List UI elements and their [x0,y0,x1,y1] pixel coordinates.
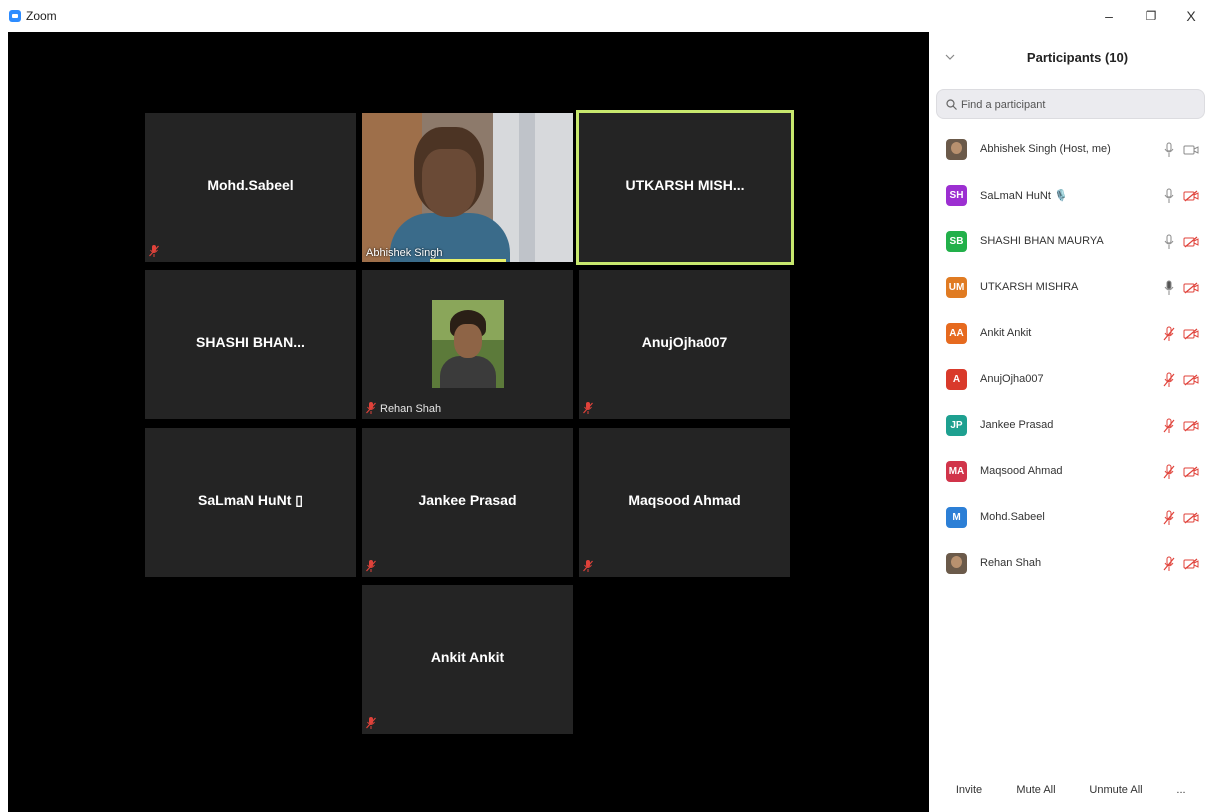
avatar: SH [946,185,967,206]
invite-button[interactable]: Invite [950,778,988,802]
mic-muted-icon[interactable] [1163,418,1175,434]
tile-name: AnujOjha007 [641,334,728,350]
gallery-view: Mohd.Sabeel Abhishek Singh UTKARSH MISH.… [8,32,929,812]
tile-name: Jankee Prasad [418,492,517,508]
tile-name: Ankit Ankit [430,649,505,665]
participant-row[interactable]: Rehan Shah [929,542,1206,588]
mic-muted-icon[interactable] [1163,556,1175,572]
video-tile-rehan-shah[interactable]: Rehan Shah [362,270,573,419]
avatar: M [946,507,967,528]
video-off-icon[interactable] [1183,374,1199,386]
video-off-icon[interactable] [1183,282,1199,294]
participant-name: UTKARSH MISHRA [980,281,1079,293]
mic-muted-icon [366,402,376,414]
participant-row[interactable]: UM UTKARSH MISHRA [929,266,1206,312]
participant-row[interactable]: M Mohd.Sabeel [929,496,1206,542]
participant-row[interactable]: Abhishek Singh (Host, me) [929,128,1206,174]
participant-name: Maqsood Ahmad [980,465,1063,477]
camera-background [519,113,535,262]
participant-name: Rehan Shah [980,557,1042,569]
video-off-icon[interactable] [1183,466,1199,478]
video-tile-jankee-prasad[interactable]: Jankee Prasad [362,428,573,577]
participant-row[interactable]: A AnujOjha007 [929,358,1206,404]
unmute-all-button[interactable]: Unmute All [1083,778,1149,802]
participant-row[interactable]: SB SHASHI BHAN MAURYA [929,220,1206,266]
video-off-icon[interactable] [1183,558,1199,570]
video-tile-anujojha007[interactable]: AnujOjha007 [579,270,790,419]
search-icon [946,99,957,110]
close-button[interactable]: X [1180,6,1202,26]
tile-name: SHASHI BHAN... [196,334,305,350]
avatar [946,553,967,574]
participant-row[interactable]: SH SaLmaN HuNt 🎙️ [929,174,1206,220]
mic-muted-icon [583,560,593,572]
participant-search[interactable] [936,89,1205,119]
participants-panel: Participants (10) Abhishek Singh (Host, … [929,32,1206,812]
mic-muted-icon [366,717,376,729]
video-off-icon[interactable] [1183,420,1199,432]
tile-name: Maqsood Ahmad [628,492,741,508]
search-input[interactable] [961,96,1181,114]
avatar: JP [946,415,967,436]
mic-muted-icon [149,245,159,257]
video-off-icon[interactable] [1183,328,1199,340]
participant-name: Abhishek Singh (Host, me) [980,143,1111,155]
microphone-icon[interactable] [1163,234,1175,250]
mic-muted-icon [583,402,593,414]
video-tile-maqsood-ahmad[interactable]: Maqsood Ahmad [579,428,790,577]
participant-name: SaLmaN HuNt 🎙️ [980,190,1068,202]
participant-name: Jankee Prasad [980,419,1054,431]
video-camera-icon[interactable] [1183,144,1199,156]
video-tile-mohd-sabeel[interactable]: Mohd.Sabeel [145,113,356,262]
mic-muted-icon[interactable] [1163,464,1175,480]
tile-label: Abhishek Singh [366,247,443,259]
audio-level-bar [430,259,506,262]
participant-list: Abhishek Singh (Host, me) SH SaLmaN HuNt 🎙… [929,128,1206,588]
avatar [946,139,967,160]
tile-name: UTKARSH MISH... [625,177,745,193]
maximize-button[interactable]: ❐ [1140,6,1162,26]
tile-name: SaLmaN HuNt ▯ [198,492,303,508]
title-bar: Zoom – ❐ X [0,0,1206,32]
participant-name: AnujOjha007 [980,373,1044,385]
mute-all-button[interactable]: Mute All [1009,778,1063,802]
avatar: SB [946,231,967,252]
panel-title: Participants (10) [1026,50,1129,65]
avatar: AA [946,323,967,344]
participant-row[interactable]: AA Ankit Ankit [929,312,1206,358]
video-tile-shashi-bhan[interactable]: SHASHI BHAN... [145,270,356,419]
panel-footer: Invite Mute All Unmute All ... [929,774,1206,804]
video-off-icon[interactable] [1183,512,1199,524]
window-title: Zoom [26,9,57,23]
video-tile-ankit-ankit[interactable]: Ankit Ankit [362,585,573,734]
video-tile-salman-hunt[interactable]: SaLmaN HuNt ▯ [145,428,356,577]
video-tile-utkarsh-mishra[interactable]: UTKARSH MISH... [576,110,794,265]
participant-row[interactable]: MA Maqsood Ahmad [929,450,1206,496]
more-options-button[interactable]: ... [1169,778,1193,802]
mic-muted-icon[interactable] [1163,326,1175,342]
video-tile-abhishek-singh[interactable]: Abhishek Singh [362,113,573,262]
avatar: MA [946,461,967,482]
mic-muted-icon[interactable] [1163,510,1175,526]
panel-header: Participants (10) [929,32,1206,84]
microphone-icon[interactable] [1163,188,1175,204]
avatar: UM [946,277,967,298]
tile-label: Rehan Shah [380,403,442,415]
camera-person [422,149,476,217]
tile-name: Mohd.Sabeel [207,177,294,193]
video-off-icon[interactable] [1183,236,1199,248]
microphone-icon[interactable] [1163,142,1175,158]
minimize-button[interactable]: – [1098,6,1120,26]
mic-muted-icon [366,560,376,572]
participant-row[interactable]: JP Jankee Prasad [929,404,1206,450]
participant-name: SHASHI BHAN MAURYA [980,235,1104,247]
video-off-icon[interactable] [1183,190,1199,202]
microphone-icon[interactable] [1163,280,1175,296]
avatar: A [946,369,967,390]
zoom-logo-icon [9,10,21,22]
mic-muted-icon[interactable] [1163,372,1175,388]
profile-photo [432,300,504,388]
participant-name: Mohd.Sabeel [980,511,1045,523]
participant-name: Ankit Ankit [980,327,1032,339]
